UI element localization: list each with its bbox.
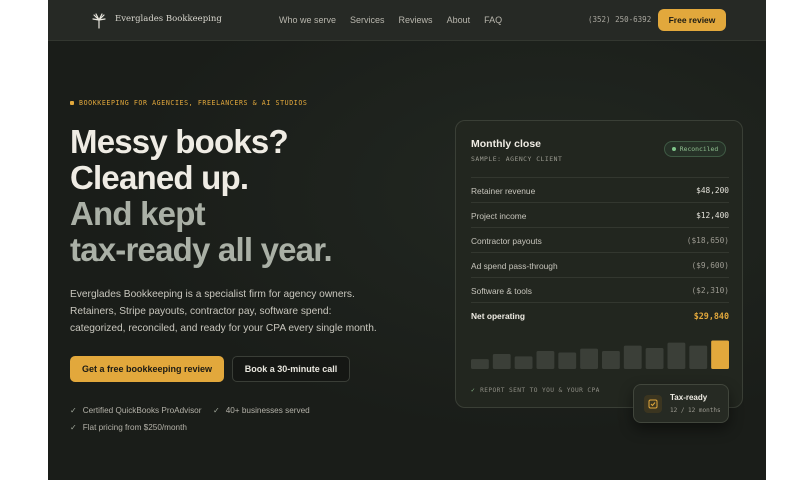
phone-number[interactable]: (352) 250-6392: [588, 15, 651, 24]
ledger-row: Contractor payouts ($18,650): [471, 227, 729, 253]
trust-item: ✓ Certified QuickBooks ProAdvisor: [70, 406, 201, 415]
row-label: Project income: [471, 211, 527, 221]
tax-ready-title: Tax-ready: [670, 393, 708, 402]
ledger-row: Retainer revenue $48,200: [471, 177, 729, 203]
description-line: Retainers, Stripe payouts, contractor pa…: [70, 306, 332, 317]
row-label: Ad spend pass-through: [471, 261, 558, 271]
bar-month: [580, 348, 598, 369]
report-footnote: ✓ REPORT SENT TO YOU & YOUR CPA: [471, 387, 600, 394]
status-dot-icon: [671, 147, 676, 151]
hero-headline: Messy books? Cleaned up. And kept tax-re…: [70, 123, 333, 268]
ledger-row: Ad spend pass-through ($9,600): [471, 252, 729, 278]
nav-link-who-we-serve[interactable]: Who we serve: [279, 15, 336, 25]
nav-link-about[interactable]: About: [447, 15, 471, 25]
row-value: ($2,310): [691, 286, 729, 295]
trust-item: ✓ 40+ businesses served: [213, 406, 310, 415]
ledger-row: Software & tools ($2,310): [471, 277, 729, 303]
headline-line-4: tax-ready all year.: [70, 231, 333, 268]
check-icon: ✓: [471, 387, 476, 394]
nav-links: Who we serve Services Reviews About FAQ: [279, 15, 516, 25]
trust-label: Certified QuickBooks ProAdvisor: [82, 406, 202, 415]
check-icon: ✓: [213, 406, 220, 415]
eyebrow-dot-icon: [70, 101, 74, 105]
reconciled-badge: Reconciled: [664, 141, 726, 157]
free-review-button[interactable]: Free review: [658, 9, 726, 31]
headline-line-1: Messy books?: [70, 123, 289, 160]
badge-label: Reconciled: [679, 145, 719, 153]
row-value: ($18,650): [686, 236, 729, 245]
eyebrow: BOOKKEEPING FOR AGENCIES, FREELANCERS & …: [70, 99, 308, 107]
nav-link-faq[interactable]: FAQ: [484, 15, 502, 25]
row-label: Retainer revenue: [471, 186, 536, 196]
headline-line-3: And kept: [70, 195, 206, 232]
footnote-text: REPORT SENT TO YOU & YOUR CPA: [480, 387, 600, 394]
trust-label: 40+ businesses served: [225, 406, 310, 415]
book-call-button[interactable]: Book a 30-minute call: [232, 356, 350, 382]
tax-ready-subtitle: 12 / 12 months: [670, 407, 721, 414]
bar-month: [623, 345, 642, 369]
bar-month: [645, 348, 664, 369]
top-nav: Everglades Bookkeeping Who we serve Servi…: [48, 0, 766, 41]
bar-month: [492, 354, 511, 369]
palm-logo-icon[interactable]: [92, 13, 106, 29]
row-label: Contractor payouts: [471, 236, 542, 246]
page-frame: Everglades Bookkeeping Who we serve Servi…: [48, 0, 766, 480]
row-value: $29,840: [693, 311, 729, 321]
row-value: ($9,600): [691, 261, 729, 270]
bar-current-month: [711, 340, 729, 369]
monthly-close-card: Monthly close SAMPLE: AGENCY CLIENT Reco…: [455, 120, 743, 408]
net-operating-row: Net operating $29,840: [471, 302, 729, 328]
row-value: $48,200: [696, 186, 729, 195]
bar-month: [514, 356, 533, 369]
free-bookkeeping-review-button[interactable]: Get a free bookkeeping review: [70, 356, 224, 382]
monthly-bars: [471, 340, 729, 369]
trust-item: ✓ Flat pricing from $250/month: [70, 423, 187, 432]
headline-line-2: Cleaned up.: [70, 159, 249, 196]
row-label: Software & tools: [471, 286, 532, 296]
bar-month: [667, 342, 686, 369]
card-subtitle: SAMPLE: AGENCY CLIENT: [471, 155, 563, 163]
bar-month: [536, 351, 555, 369]
bar-month: [689, 345, 708, 369]
row-value: $12,400: [696, 211, 729, 220]
nav-link-services[interactable]: Services: [350, 15, 385, 25]
eyebrow-text: BOOKKEEPING FOR AGENCIES, FREELANCERS & …: [79, 99, 308, 107]
brand-name[interactable]: Everglades Bookkeeping: [115, 14, 222, 24]
check-icon: ✓: [70, 406, 77, 415]
card-title: Monthly close: [471, 138, 542, 150]
hero-description: Everglades Bookkeeping is a specialist f…: [70, 286, 410, 337]
ledger-row: Project income $12,400: [471, 202, 729, 228]
description-line: Everglades Bookkeeping is a specialist f…: [70, 289, 355, 300]
nav-link-reviews[interactable]: Reviews: [399, 15, 433, 25]
description-line: categorized, reconciled, and ready for y…: [70, 323, 377, 334]
trust-label: Flat pricing from $250/month: [82, 423, 187, 432]
checkbox-icon: [644, 395, 662, 413]
tax-ready-card: Tax-ready 12 / 12 months: [633, 384, 729, 423]
bar-month: [558, 352, 577, 369]
check-icon: ✓: [70, 423, 77, 432]
row-label: Net operating: [471, 311, 525, 321]
bar-month: [602, 351, 620, 369]
bar-month: [471, 359, 489, 369]
